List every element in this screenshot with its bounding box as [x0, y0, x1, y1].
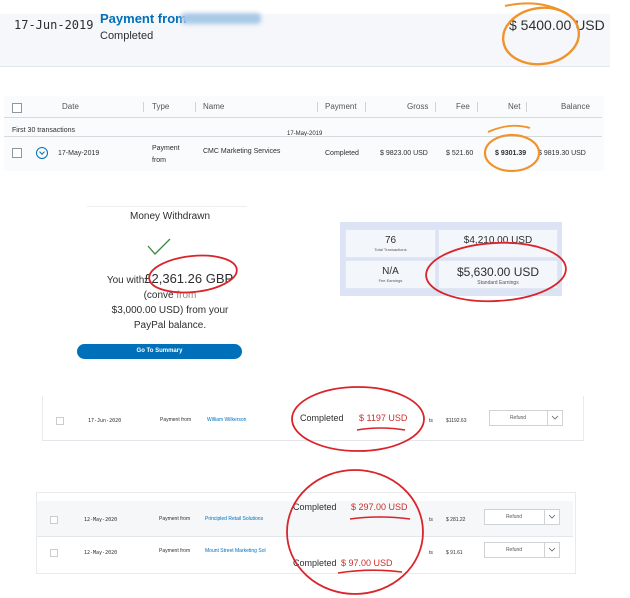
row-checkbox[interactable]	[50, 516, 58, 524]
column-divider	[317, 102, 318, 112]
select-all-checkbox[interactable]	[12, 103, 22, 113]
column-divider	[195, 102, 196, 112]
row-action-select[interactable]: Refund	[484, 509, 560, 525]
stat-fee-label: Fee Earnings	[378, 278, 403, 283]
stat-top-right-value: $4,210.00 USD	[463, 235, 533, 246]
row-action-label: Refund	[505, 514, 523, 520]
row-name-link[interactable]: Mount Street Marketing Sol	[205, 548, 266, 554]
column-header-type[interactable]: Type	[152, 102, 169, 111]
withdrawal-line2-tail: from	[176, 290, 197, 301]
chevron-down-icon	[544, 543, 559, 557]
annotation-orange-flick	[504, 2, 569, 15]
row-date: 17-May-2019	[58, 150, 100, 157]
column-header-name[interactable]: Name	[203, 102, 224, 111]
amount-currency: USD	[575, 17, 605, 33]
row-fee: $ 521.60	[446, 150, 474, 157]
chevron-down-icon	[547, 411, 562, 425]
amount-value: $ 5400.00	[509, 17, 572, 33]
row-divider	[37, 536, 573, 537]
table-divider	[4, 117, 602, 118]
stat-standard-value: $5,630.00 USD	[456, 265, 540, 279]
row-value: $ 281.22	[446, 517, 466, 523]
row-action-select[interactable]: Refund	[489, 410, 563, 426]
column-divider	[526, 102, 527, 112]
withdrawal-line3: $3,000.00 USD) from your	[111, 305, 229, 316]
row-type-line2: from	[152, 157, 166, 164]
column-header-gross[interactable]: Gross	[407, 102, 428, 111]
stat-fee-value: N/A	[382, 266, 399, 277]
stat-card-standard: $5,630.00 USD Standard Earnings	[438, 260, 558, 289]
withdrawal-title: Money Withdrawn	[129, 211, 211, 222]
row-date: 12-May-2020	[84, 550, 118, 556]
expand-row-icon[interactable]	[36, 147, 48, 159]
column-header-balance[interactable]: Balance	[561, 102, 590, 111]
row-payment-status: Completed	[325, 150, 359, 157]
row-fee-prefix: ts	[429, 550, 433, 556]
redacted-payer-name	[181, 13, 261, 24]
withdrawal-text-before: You with	[106, 275, 145, 286]
row-date: 12-May-2020	[84, 517, 118, 523]
checkmark-icon	[147, 238, 171, 255]
row-amount: $ 297.00 USD	[351, 502, 408, 512]
panel-divider	[87, 206, 247, 207]
stat-transactions-value: 76	[384, 235, 397, 246]
row-checkbox[interactable]	[50, 549, 58, 557]
column-header-date[interactable]: Date	[62, 102, 79, 111]
row-status: Completed	[293, 558, 337, 568]
row-amount: $ 1197 USD	[359, 413, 408, 423]
row-checkbox[interactable]	[56, 417, 64, 425]
row-action-label: Refund	[509, 415, 527, 421]
withdrawal-message: You with£2,361.26 GBP (conve from $3,000…	[80, 271, 260, 333]
row-type: Payment from	[159, 548, 191, 554]
transaction-title[interactable]: Payment from	[100, 11, 187, 26]
stat-card-top-right: $4,210.00 USD	[438, 229, 558, 258]
transaction-status: Completed	[100, 30, 154, 42]
row-action-select[interactable]: Refund	[484, 542, 560, 558]
go-to-summary-button[interactable]: Go To Summary	[77, 344, 242, 359]
withdrawal-amount: £2,361.26 GBP	[144, 271, 234, 286]
row-checkbox[interactable]	[12, 148, 22, 158]
chevron-down-icon	[544, 510, 559, 524]
column-header-payment[interactable]: Payment	[325, 102, 357, 111]
row-name-link[interactable]: William Wilkerson	[207, 417, 246, 423]
stat-card-transactions: 76 Total Transactions	[345, 229, 436, 258]
row-type-line1: Payment	[152, 145, 180, 152]
row-name-link[interactable]: Principled Retail Solutions	[205, 516, 263, 522]
row-date: 17-Jun-2020	[88, 418, 122, 424]
withdrawal-line4: PayPal balance.	[133, 320, 207, 331]
group-label: First 30 transactions	[12, 127, 76, 134]
stat-card-fee: N/A Fee Earnings	[345, 260, 436, 289]
row-fee-prefix: ts	[429, 517, 433, 523]
transaction-date: 17-Jun-2019	[14, 18, 94, 32]
row-type: Payment from	[159, 516, 191, 522]
transaction-amount: $ 5400.00 USD	[509, 17, 605, 33]
column-divider	[365, 102, 366, 112]
stat-transactions-label: Total Transactions	[374, 247, 407, 252]
stat-standard-label: Standard Earnings	[477, 280, 519, 286]
column-divider	[435, 102, 436, 112]
row-name[interactable]: CMC Marketing Services	[203, 148, 280, 155]
row-net: $ 9301.39	[495, 150, 527, 157]
table-divider	[4, 136, 602, 137]
withdrawal-line2: (conve	[143, 290, 174, 301]
row-balance: $ 9819.30 USD	[538, 150, 586, 157]
row-value: $1192.63	[446, 418, 467, 424]
row-fee-prefix: ts	[429, 418, 433, 424]
row-value: $ 91.61	[446, 550, 463, 556]
column-header-fee[interactable]: Fee	[456, 102, 470, 111]
column-header-net[interactable]: Net	[508, 102, 520, 111]
row-action-label: Refund	[505, 547, 523, 553]
row-status: Completed	[300, 413, 344, 423]
row-amount: $ 97.00 USD	[341, 558, 393, 568]
column-divider	[143, 102, 144, 112]
row-gross: $ 9823.00 USD	[380, 150, 428, 157]
row-status: Completed	[293, 502, 337, 512]
column-divider	[477, 102, 478, 112]
row-type: Payment from	[160, 417, 192, 423]
